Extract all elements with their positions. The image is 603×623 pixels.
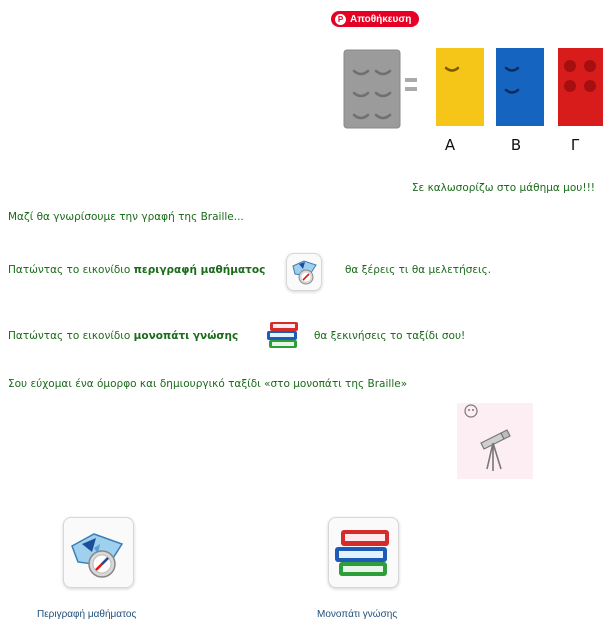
telescope-illustration [457,403,533,479]
brick-label-b: Β [510,136,522,154]
instruction-line-description: Πατώντας το εικονίδιο περιγραφή μαθήματο… [8,264,265,276]
telescope-drawing-icon [464,404,511,471]
braille-lego-image [343,48,603,129]
course-description-bold: περιγραφή μαθήματος [133,264,266,276]
pinterest-save-button[interactable]: P Αποθήκευση [331,11,420,27]
course-description-link[interactable]: Περιγραφή μαθήματος [37,609,136,620]
knowledge-path-link[interactable]: Μονοπάτι γνώσης [317,609,397,620]
knowledge-path-tile[interactable] [328,517,399,588]
save-button-label: Αποθήκευση [350,13,412,25]
welcome-text: Σε καλωσορίζω στο μάθημα μου!!! [411,182,595,194]
instruction-text: Πατώντας το εικονίδιο [8,330,134,342]
course-description-tile[interactable] [63,517,134,588]
instruction-line-description-end: θα ξέρεις τι θα μελετήσεις. [345,264,492,276]
compass-map-icon [292,260,317,285]
instruction-line-path: Πατώντας το εικονίδιο μονοπάτι γνώσης [8,330,238,342]
pinterest-icon: P [335,13,346,25]
brick-label-a: Α [444,136,456,154]
inline-path-icon[interactable] [264,316,302,354]
books-icon [267,322,298,348]
wish-text: Σου εύχομαι ένα όμορφο και δημιουργικό τ… [8,378,408,390]
books-icon [335,530,389,576]
knowledge-path-bold: μονοπάτι γνώσης [133,330,239,342]
brick-label-c: Γ [570,136,580,154]
instruction-text: Πατώντας το εικονίδιο [8,264,134,276]
instruction-line-path-end: θα ξεκινήσεις το ταξίδι σου! [314,330,466,342]
inline-description-icon[interactable] [286,253,322,291]
compass-map-icon [71,533,124,578]
learn-braille-text: Μαζί θα γνωρίσουμε την γραφή της Braille… [8,211,244,223]
